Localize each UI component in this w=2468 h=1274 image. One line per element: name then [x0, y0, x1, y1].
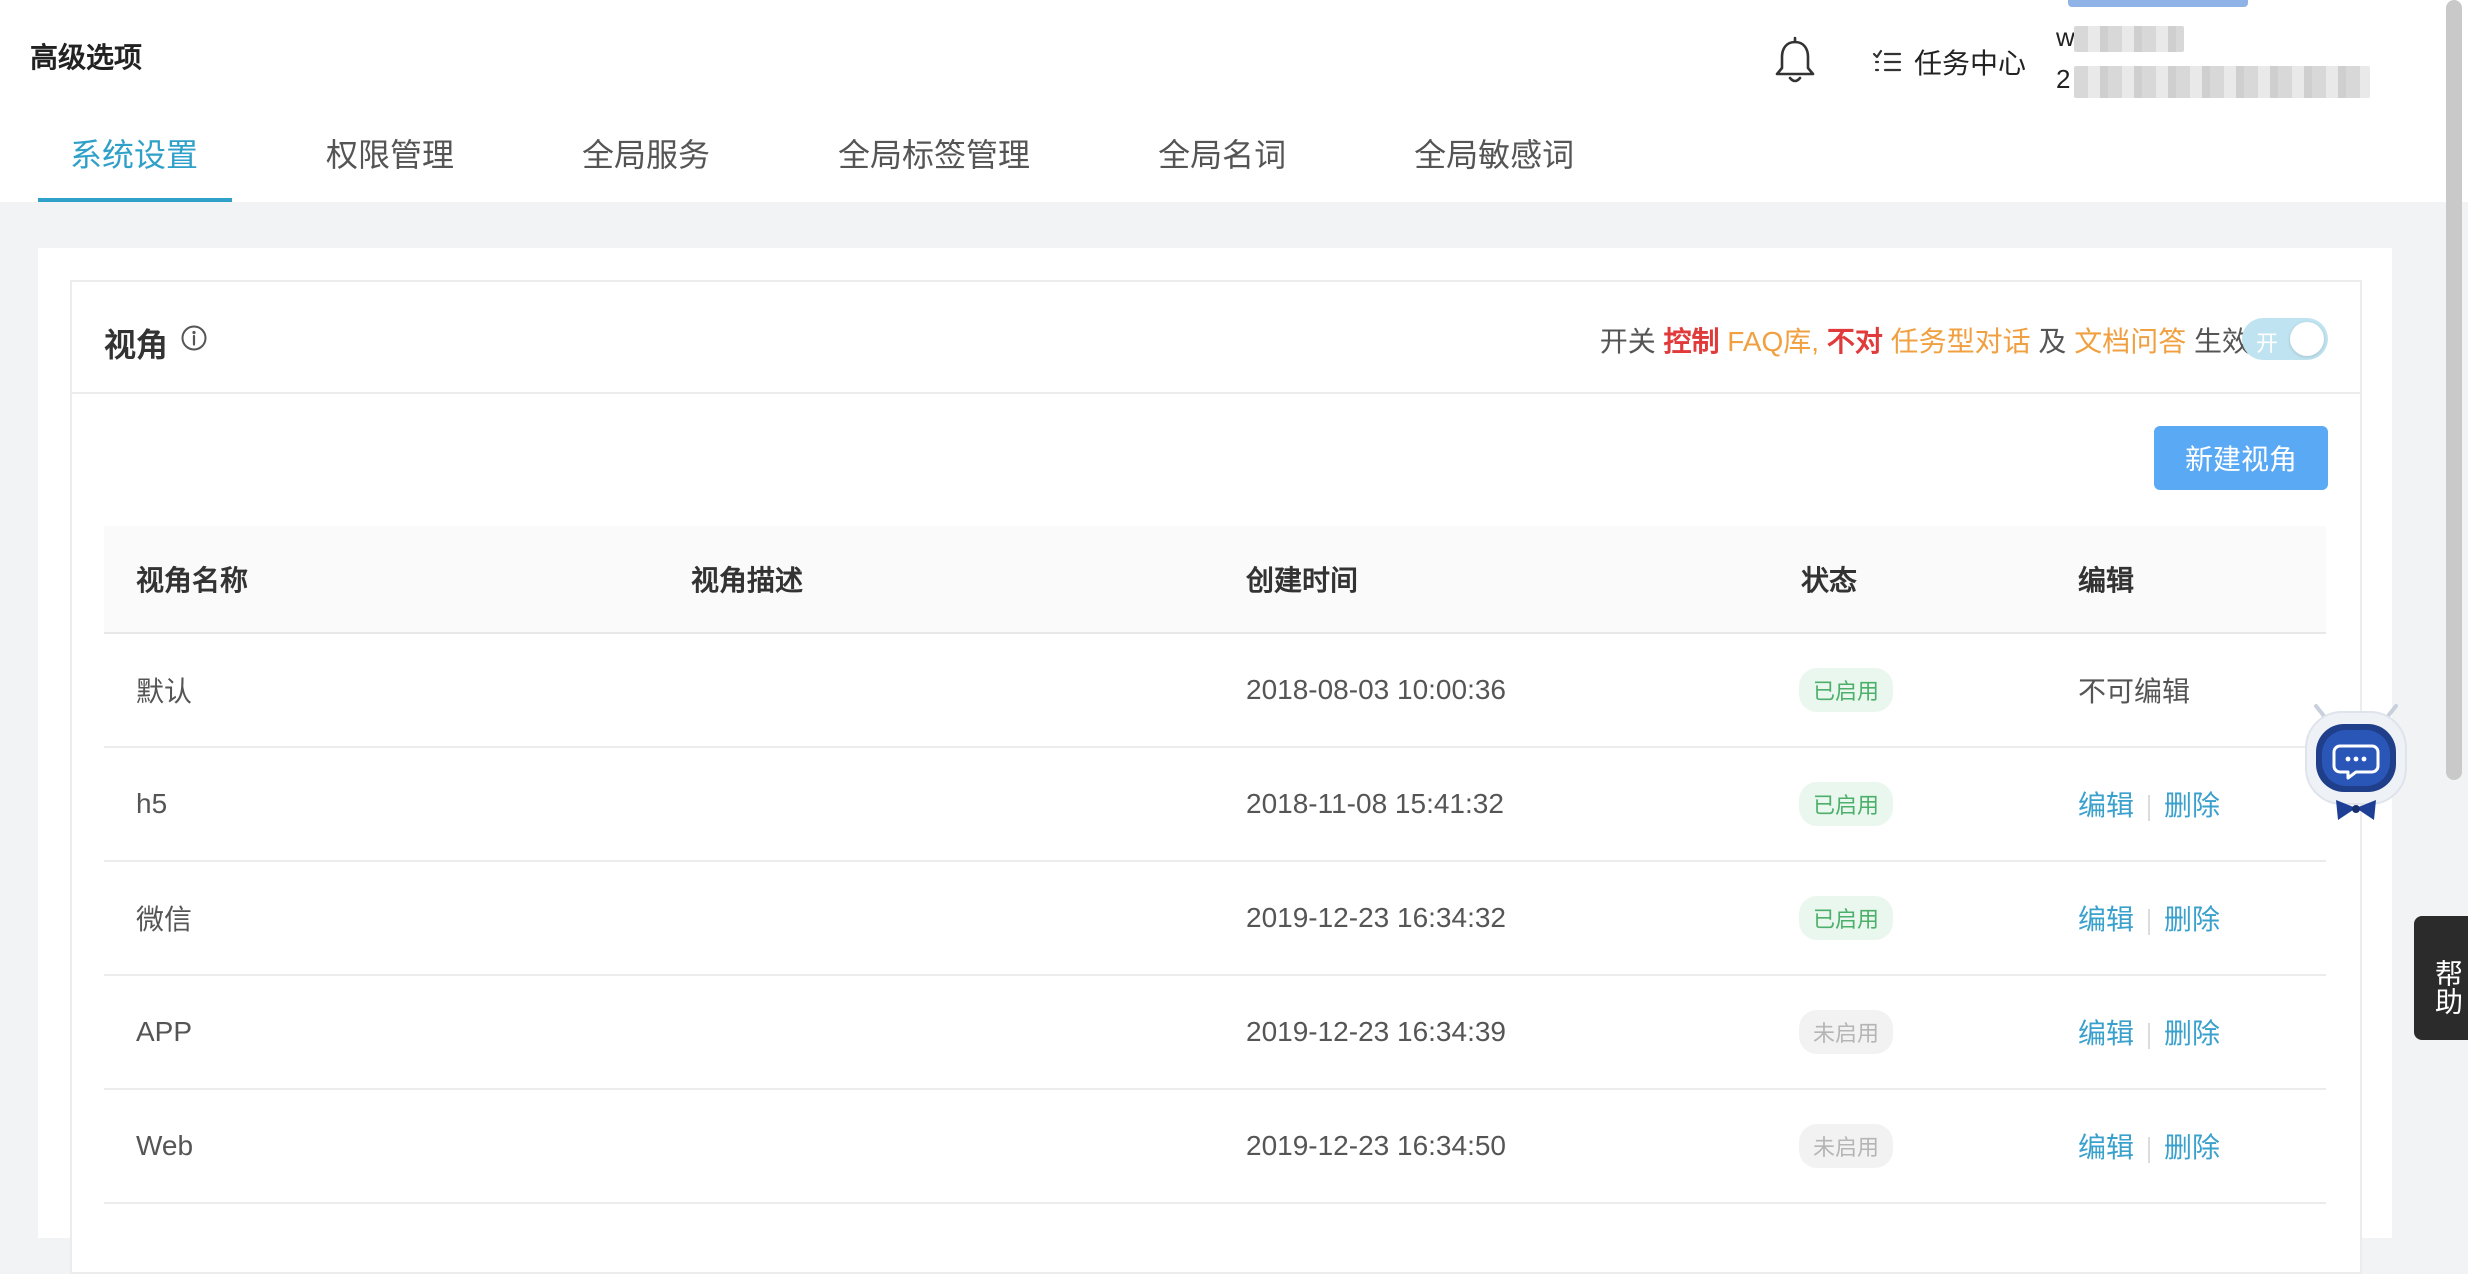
note-not: 不对	[1819, 326, 1891, 357]
row-name: Web	[136, 1130, 194, 1161]
note-suffix: 生效	[2186, 326, 2250, 357]
action-divider	[2148, 908, 2151, 935]
row-name: 微信	[136, 904, 193, 935]
info-icon[interactable]	[180, 324, 208, 352]
delete-link[interactable]: 删除	[2164, 790, 2220, 821]
note-faq: FAQ库,	[1719, 326, 1820, 357]
note-doc-qa: 文档问答	[2074, 326, 2187, 357]
perspective-card: 视角 开关 控制 FAQ库, 不对 任务型对话 及 文档问答 生效 开 新建视角…	[70, 280, 2362, 1274]
table-row: APP 2019-12-23 16:34:39 未启用 编辑 删除	[104, 976, 2326, 1090]
switch-knob	[2290, 322, 2324, 356]
status-badge: 已启用	[1799, 668, 1894, 712]
row-name: APP	[136, 1016, 193, 1047]
row-edit-cell: 编辑 删除	[2046, 898, 2326, 938]
switch-label: 开	[2256, 331, 2279, 356]
note-control: 控制	[1663, 326, 1720, 357]
action-divider	[2148, 1022, 2151, 1049]
top-header: 高级选项 任务中心 w 2 系统设置 权限管理 全局服务 全局标签管理 全局名词…	[0, 0, 2468, 202]
table-row: 微信 2019-12-23 16:34:32 已启用 编辑 删除	[104, 862, 2326, 976]
edit-link[interactable]: 编辑	[2078, 790, 2134, 821]
perspective-switch[interactable]: 开	[2242, 318, 2328, 360]
row-status-cell: 已启用	[1769, 782, 2046, 826]
edit-link[interactable]: 编辑	[2078, 1018, 2134, 1049]
header-created-time: 创建时间	[1246, 565, 1359, 596]
status-badge: 未启用	[1799, 1124, 1894, 1168]
tab-permission-management[interactable]: 权限管理	[292, 130, 488, 202]
table-header: 视角名称 视角描述 创建时间 状态 编辑	[104, 526, 2326, 634]
row-created-time: 2019-12-23 16:34:50	[1246, 1130, 1506, 1161]
header-edit: 编辑	[2078, 565, 2135, 596]
new-perspective-button[interactable]: 新建视角	[2154, 426, 2328, 490]
tab-global-sensitive-words[interactable]: 全局敏感词	[1380, 130, 1608, 202]
action-divider	[2148, 1136, 2151, 1163]
user-info[interactable]: w 2	[2056, 22, 2376, 102]
row-edit-cell: 不可编辑	[2046, 670, 2326, 710]
user-name-initial: w	[2056, 22, 2075, 52]
row-status-cell: 未启用	[1769, 1124, 2046, 1168]
row-created-time: 2019-12-23 16:34:39	[1246, 1016, 1506, 1047]
note-task-dialog: 任务型对话	[1890, 326, 2031, 357]
not-editable-text: 不可编辑	[2078, 676, 2191, 707]
header-description: 视角描述	[691, 565, 804, 596]
page-scrollbar[interactable]	[2446, 0, 2462, 780]
bell-icon[interactable]	[1772, 36, 1818, 86]
delete-link[interactable]: 删除	[2164, 904, 2220, 935]
user-name-redacted	[2074, 26, 2184, 52]
row-status-cell: 未启用	[1769, 1010, 2046, 1054]
switch-note: 开关 控制 FAQ库, 不对 任务型对话 及 文档问答 生效	[1600, 320, 2250, 360]
task-center-label: 任务中心	[1914, 48, 2027, 79]
row-created-time: 2018-08-03 10:00:36	[1246, 674, 1506, 705]
help-tab[interactable]: 帮助	[2414, 916, 2468, 1040]
task-list-icon	[1872, 49, 1902, 72]
table-row: 默认 2018-08-03 10:00:36 已启用 不可编辑	[104, 634, 2326, 748]
delete-link[interactable]: 删除	[2164, 1132, 2220, 1163]
table-row: Web 2019-12-23 16:34:50 未启用 编辑 删除	[104, 1090, 2326, 1204]
perspective-table: 视角名称 视角描述 创建时间 状态 编辑 默认 2018-08-03 10:00…	[104, 526, 2326, 1204]
content-panel: 视角 开关 控制 FAQ库, 不对 任务型对话 及 文档问答 生效 开 新建视角…	[38, 248, 2392, 1274]
row-status-cell: 已启用	[1769, 668, 2046, 712]
status-badge: 已启用	[1799, 896, 1894, 940]
row-edit-cell: 编辑 删除	[2046, 784, 2326, 824]
row-created-time: 2019-12-23 16:34:32	[1246, 902, 1506, 933]
row-name: h5	[136, 788, 168, 819]
tab-global-tag-management[interactable]: 全局标签管理	[804, 130, 1064, 202]
user-id-initial: 2	[2056, 64, 2071, 94]
tab-global-services[interactable]: 全局服务	[548, 130, 744, 202]
edit-link[interactable]: 编辑	[2078, 1132, 2134, 1163]
edit-link[interactable]: 编辑	[2078, 904, 2134, 935]
note-and: 及	[2030, 326, 2075, 357]
header-name: 视角名称	[136, 565, 249, 596]
row-status-cell: 已启用	[1769, 896, 2046, 940]
row-edit-cell: 编辑 删除	[2046, 1126, 2326, 1166]
section-header: 视角 开关 控制 FAQ库, 不对 任务型对话 及 文档问答 生效 开	[72, 282, 2360, 394]
header-status: 状态	[1801, 565, 1858, 596]
task-center-link[interactable]: 任务中心	[1872, 42, 2026, 82]
robot-assistant-icon[interactable]	[2300, 696, 2412, 826]
note-prefix: 开关	[1599, 326, 1664, 357]
table-row: h5 2018-11-08 15:41:32 已启用 编辑 删除	[104, 748, 2326, 862]
row-name: 默认	[136, 676, 193, 707]
tab-global-terms[interactable]: 全局名词	[1124, 130, 1320, 202]
action-divider	[2148, 794, 2151, 821]
status-badge: 未启用	[1799, 1010, 1894, 1054]
status-badge: 已启用	[1799, 782, 1894, 826]
delete-link[interactable]: 删除	[2164, 1018, 2220, 1049]
row-edit-cell: 编辑 删除	[2046, 1012, 2326, 1052]
tab-system-settings[interactable]: 系统设置	[38, 130, 233, 202]
row-created-time: 2018-11-08 15:41:32	[1246, 788, 1504, 819]
tab-bar: 系统设置 权限管理 全局服务 全局标签管理 全局名词 全局敏感词	[38, 130, 1668, 202]
section-title: 视角	[104, 327, 169, 363]
top-accent-strip	[2068, 0, 2248, 7]
page-title: 高级选项	[30, 42, 143, 73]
user-id-redacted	[2074, 66, 2370, 98]
